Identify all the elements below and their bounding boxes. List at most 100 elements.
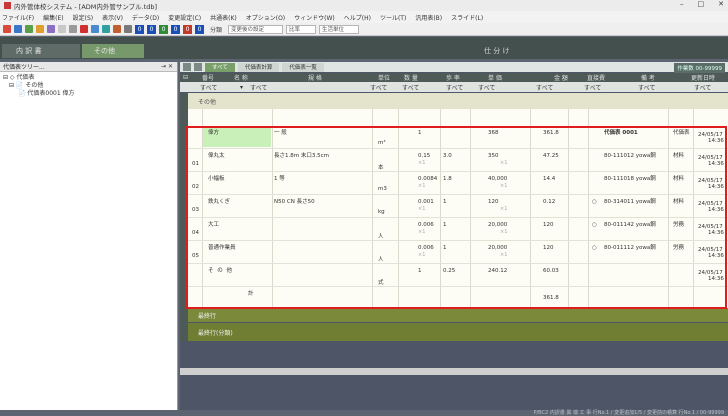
change-setting-select[interactable]: 変更後の設定 [228, 24, 284, 34]
unit-select[interactable]: 生活単位 [319, 24, 360, 34]
cell-unit[interactable]: 本 [378, 163, 384, 171]
calc-icon[interactable] [102, 25, 110, 33]
menu-item-8[interactable]: ウィンドウ(W) [294, 13, 335, 22]
cell-qty[interactable]: 0.006 [418, 222, 434, 228]
cell-tag[interactable]: 労務 [673, 243, 684, 251]
filter-unit[interactable]: すべて [370, 83, 387, 92]
filter-note[interactable]: すべて [638, 83, 655, 92]
sort-icon[interactable] [113, 25, 121, 33]
cell-tag[interactable]: 労務 [673, 220, 684, 228]
col-header-price[interactable]: 単 価 [488, 73, 502, 82]
paste-icon[interactable] [58, 25, 66, 33]
cell-time[interactable]: 14:36 [708, 276, 724, 282]
menu-item-0[interactable]: ファイル(F) [2, 13, 34, 22]
cell-qty[interactable]: 0.006 [418, 245, 434, 251]
grid-icon-2[interactable] [194, 63, 202, 71]
cell-name[interactable]: 鉄丸くぎ [208, 197, 230, 205]
filter-no[interactable]: すべて [200, 83, 217, 92]
cell-price[interactable]: 40,000 [488, 176, 507, 182]
cell-rate[interactable]: 1 [443, 245, 447, 251]
menu-item-7[interactable]: オプション(O) [246, 13, 285, 22]
grid-icon[interactable] [183, 63, 191, 71]
filter-direct[interactable]: すべて [584, 83, 601, 92]
col-header-direct[interactable]: 直接費 [587, 73, 605, 82]
col-header-qty[interactable]: 数 量 [404, 73, 418, 82]
cell-name[interactable]: 大工 [208, 220, 219, 228]
cell-unit[interactable]: 人 [378, 255, 384, 263]
cell-no[interactable]: 05 [192, 253, 199, 259]
cell-note[interactable]: 80-314011 yowa鋼 [604, 197, 656, 205]
ratio-select[interactable]: 比率 [286, 24, 317, 34]
cell-amount[interactable]: 0.12 [543, 199, 555, 205]
col-header-note[interactable]: 備 考 [641, 73, 655, 82]
cell-spec[interactable]: 長さ1.8m 末口3.5cm [274, 151, 329, 159]
cell-time[interactable]: 14:36 [708, 184, 724, 190]
cell-no[interactable]: 04 [192, 230, 199, 236]
cell-price[interactable]: 350 [488, 153, 499, 159]
cell-unit[interactable]: kg [378, 209, 385, 215]
cell-price[interactable]: 240.12 [488, 268, 507, 274]
cell-unit[interactable]: m³ [378, 140, 386, 146]
toolbar-count-6[interactable]: 0 [195, 24, 204, 34]
toolbar-count-3[interactable]: 0 [159, 24, 168, 34]
tree-node-root[interactable]: ⊟ ◇ 代価表 [0, 74, 177, 82]
cell-price[interactable]: 368 [488, 130, 499, 136]
cell-mark[interactable]: ○ [592, 199, 597, 205]
cell-rate[interactable]: 1 [443, 199, 447, 205]
cell-amount[interactable]: 14.4 [543, 176, 555, 182]
cell-rate[interactable]: 3.0 [443, 153, 452, 159]
panel-pin-icon[interactable]: ⇥ ✕ [161, 63, 173, 70]
cell-time[interactable]: 14:36 [708, 230, 724, 236]
maximize-button[interactable]: □ [698, 0, 705, 8]
col-header-rate[interactable]: 歩 率 [446, 73, 460, 82]
print-icon[interactable] [36, 25, 44, 33]
cell-amount[interactable]: 47.25 [543, 153, 559, 159]
section-last-row-category[interactable]: 最終行(分類) [188, 323, 728, 341]
filter-name[interactable]: ▾ [240, 84, 243, 91]
cell-amount[interactable]: 361.8 [543, 130, 559, 136]
save-icon[interactable] [25, 25, 33, 33]
col-header-no[interactable]: 番号 [202, 73, 214, 82]
col-header-amount[interactable]: 金 額 [554, 73, 568, 82]
cell-qty[interactable]: 0.15 [418, 153, 430, 159]
menu-item-1[interactable]: 編集(E) [43, 13, 63, 22]
cell-spec[interactable]: 1 等 [274, 174, 285, 182]
cell-unit[interactable]: 式 [378, 278, 384, 286]
delete-icon[interactable] [80, 25, 88, 33]
cell-unit[interactable]: m3 [378, 186, 387, 192]
menu-item-3[interactable]: 表示(V) [102, 13, 123, 22]
col-header-name[interactable]: 名 称 [234, 73, 248, 82]
cell-qty[interactable]: 0.001 [418, 199, 434, 205]
tree-node-other[interactable]: ⊟ 📄 その他 [0, 82, 177, 90]
cell-note[interactable]: 代価表 0001 [604, 128, 638, 136]
cell-amount[interactable]: 120 [543, 245, 554, 251]
close-button[interactable]: ✕ [718, 0, 724, 8]
menu-item-12[interactable]: スライド(L) [451, 13, 483, 22]
cell-rate[interactable]: 0.25 [443, 268, 455, 274]
cell-rate[interactable]: 1 [443, 222, 447, 228]
horizontal-scrollbar[interactable] [180, 368, 728, 375]
tab-breakdown[interactable]: 内 訳 書 [2, 44, 80, 58]
cell-rate[interactable]: 1.8 [443, 176, 452, 182]
row-selector-strip[interactable] [180, 93, 188, 341]
cell-name[interactable]: 偉丸太 [208, 151, 225, 159]
menu-item-9[interactable]: ヘルプ(H) [344, 13, 371, 22]
cell-tag[interactable]: 材料 [673, 151, 684, 159]
cell-qty[interactable]: 1 [418, 268, 422, 274]
cell-name[interactable]: 偉方 [208, 128, 219, 136]
cell-amount[interactable]: 60.03 [543, 268, 559, 274]
menu-item-11[interactable]: 汎用表(B) [415, 13, 442, 22]
menu-item-6[interactable]: 共通表(K) [210, 13, 237, 22]
cell-no[interactable]: 02 [192, 184, 199, 190]
section-last-row[interactable]: 最終行 [188, 308, 728, 322]
open-icon[interactable] [14, 25, 22, 33]
tree-node-cost0001[interactable]: 📄 代価表0001 偉方 [0, 90, 177, 98]
cell-price[interactable]: 120 [488, 199, 499, 205]
filter-qty[interactable]: すべて [402, 83, 419, 92]
undo-icon[interactable] [69, 25, 77, 33]
col-header-spec[interactable]: 規 格 [308, 73, 322, 82]
toolbar-count-5[interactable]: 0 [183, 24, 192, 34]
cell-tag[interactable]: 材料 [673, 174, 684, 182]
menu-item-10[interactable]: ツール(T) [380, 13, 406, 22]
tab-other[interactable]: その他 [82, 44, 144, 58]
